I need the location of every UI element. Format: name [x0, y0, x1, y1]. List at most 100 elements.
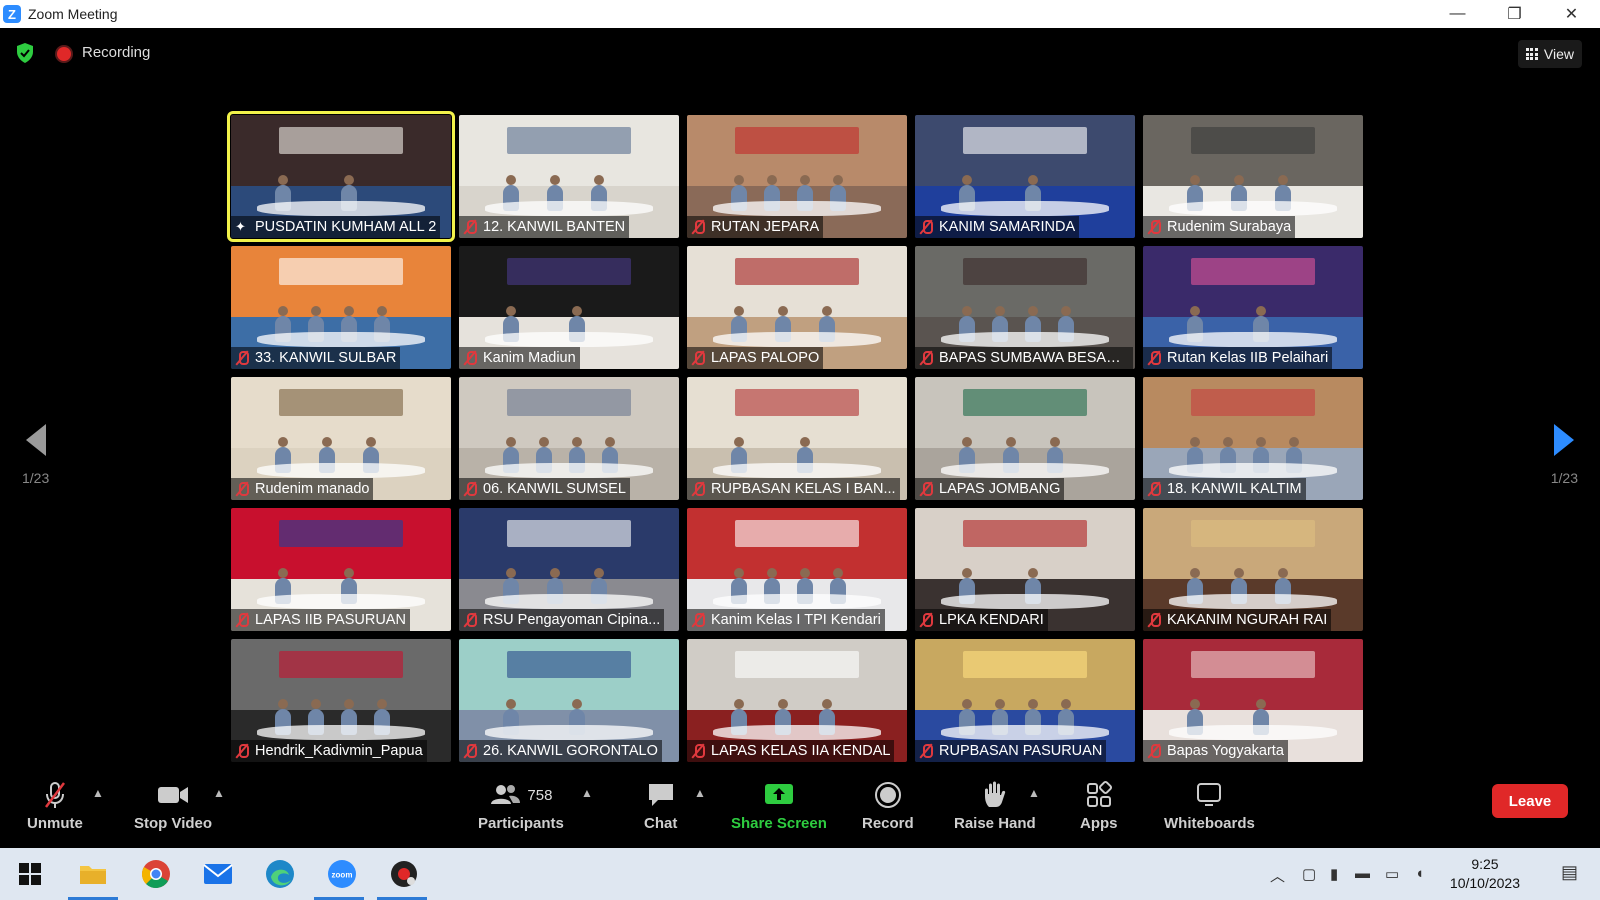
participant-tile[interactable]: LAPAS IIB PASURUAN — [231, 508, 451, 631]
participant-tile[interactable]: LAPAS JOMBANG — [915, 377, 1135, 500]
participant-tile[interactable]: LPKA KENDARI — [915, 508, 1135, 631]
next-page-arrow-icon[interactable] — [1542, 420, 1582, 460]
muted-microphone-icon — [1147, 481, 1161, 497]
leave-button[interactable]: Leave — [1492, 784, 1568, 818]
tray-microphone-icon[interactable]: ▮ — [1330, 865, 1338, 883]
participant-tile[interactable]: RUPBASAN PASURUAN — [915, 639, 1135, 762]
room-banner — [963, 127, 1087, 155]
participant-tile[interactable]: 18. KANWIL KALTIM — [1143, 377, 1363, 500]
raise-hand-button[interactable]: Raise Hand — [954, 780, 1036, 832]
notifications-icon[interactable]: ▤ — [1561, 862, 1578, 883]
participant-name-bar: Rutan Kelas IIB Pelaihari — [1143, 347, 1333, 369]
participant-tile[interactable]: 06. KANWIL SUMSEL — [459, 377, 679, 500]
meeting-table — [941, 463, 1109, 478]
participant-name: Hendrik_Kadivmin_Papua — [255, 743, 423, 759]
muted-microphone-icon — [463, 350, 477, 366]
video-options-caret-icon[interactable]: ▲ — [213, 786, 225, 800]
meeting-table — [941, 725, 1109, 740]
audio-options-caret-icon[interactable]: ▲ — [92, 786, 104, 800]
whiteboards-button[interactable]: Whiteboards — [1164, 780, 1255, 832]
close-button[interactable]: ✕ — [1543, 0, 1600, 28]
tray-overflow-chevron-icon[interactable]: ︿ — [1270, 865, 1285, 886]
reactions-options-caret-icon[interactable]: ▲ — [1028, 786, 1040, 800]
clock-time: 9:25 — [1471, 856, 1499, 872]
chat-label: Chat — [644, 815, 678, 832]
system-tray: ︿ ▢ ▮ ▬ ▭ ◖ 9:25 10/10/2023 ▤ — [1240, 848, 1600, 900]
participant-tile[interactable]: 12. KANWIL BANTEN — [459, 115, 679, 238]
chat-options-caret-icon[interactable]: ▲ — [694, 786, 706, 800]
mail-icon[interactable] — [200, 856, 236, 892]
participant-tile[interactable]: ✦ PUSDATIN KUMHAM ALL 2 — [227, 111, 455, 242]
previous-page-arrow-icon[interactable] — [18, 420, 58, 460]
recording-label[interactable]: Recording — [82, 44, 150, 61]
participant-tile[interactable]: LAPAS KELAS IIA KENDAL — [687, 639, 907, 762]
participant-tile[interactable]: Kanim Madiun — [459, 246, 679, 369]
participant-tile[interactable]: RUTAN JEPARA — [687, 115, 907, 238]
muted-microphone-icon — [919, 612, 933, 628]
apps-button[interactable]: Apps — [1080, 780, 1118, 832]
participant-name: 06. KANWIL SUMSEL — [483, 481, 626, 497]
room-banner — [963, 651, 1087, 679]
windows-start-icon[interactable] — [12, 856, 48, 892]
muted-microphone-icon — [235, 350, 249, 366]
share-screen-button[interactable]: Share Screen — [731, 780, 827, 832]
recording-indicator-icon[interactable] — [57, 47, 71, 61]
meeting-toolbar: Unmute ▲ Stop Video ▲ 758 Participants ▲… — [0, 770, 1600, 848]
participants-options-caret-icon[interactable]: ▲ — [581, 786, 593, 800]
zoom-logo-icon: Z — [3, 5, 21, 23]
tray-device-icon[interactable]: ▢ — [1302, 865, 1316, 883]
participant-tile[interactable]: KAKANIM NGURAH RAI — [1143, 508, 1363, 631]
participant-name-bar: KANIM SAMARINDA — [915, 216, 1080, 238]
volume-icon[interactable]: ◖ — [1415, 865, 1424, 882]
muted-microphone-icon — [235, 612, 249, 628]
view-label: View — [1543, 46, 1574, 62]
participant-tile[interactable]: RSU Pengayoman Cipina... — [459, 508, 679, 631]
muted-microphone-icon — [235, 481, 249, 497]
security-shield-icon[interactable] — [16, 43, 34, 63]
participant-tile[interactable]: KANIM SAMARINDA — [915, 115, 1135, 238]
restore-button[interactable]: ❐ — [1486, 0, 1543, 28]
participants-icon — [491, 785, 521, 804]
window-title: Zoom Meeting — [28, 6, 118, 22]
network-icon[interactable]: ▭ — [1385, 865, 1399, 883]
participant-tile[interactable]: RUPBASAN KELAS I BAN... — [687, 377, 907, 500]
participant-name-bar: Rudenim manado — [231, 478, 374, 500]
windows-taskbar: zoom ︿ ▢ ▮ ▬ ▭ ◖ 9:25 10/10/2023 ▤ — [0, 848, 1600, 900]
minimize-button[interactable]: — — [1429, 0, 1486, 28]
participant-tile[interactable]: 26. KANWIL GORONTALO — [459, 639, 679, 762]
participant-name: 18. KANWIL KALTIM — [1167, 481, 1302, 497]
chat-button[interactable]: Chat — [644, 780, 677, 832]
battery-icon[interactable]: ▬ — [1355, 865, 1370, 882]
participant-name-bar: BAPAS SUMBAWA BESAR ... — [915, 347, 1133, 369]
participant-name: BAPAS SUMBAWA BESAR ... — [939, 350, 1129, 366]
zoom-taskbar-icon[interactable]: zoom — [324, 856, 360, 892]
participants-button[interactable]: 758 Participants — [478, 780, 564, 832]
stop-video-button[interactable]: Stop Video — [134, 780, 212, 832]
room-banner — [963, 389, 1087, 417]
taskbar-clock[interactable]: 9:25 10/10/2023 — [1450, 855, 1520, 893]
edge-browser-icon[interactable] — [262, 856, 298, 892]
record-button[interactable]: Record — [862, 780, 914, 832]
unmute-button[interactable]: Unmute — [27, 780, 83, 832]
room-banner — [279, 258, 403, 286]
share-screen-label: Share Screen — [731, 815, 827, 832]
participant-tile[interactable]: 33. KANWIL SULBAR — [231, 246, 451, 369]
participant-tile[interactable]: Bapas Yogyakarta — [1143, 639, 1363, 762]
meeting-table — [485, 725, 653, 740]
participant-tile[interactable]: Kanim Kelas I TPI Kendari — [687, 508, 907, 631]
meeting-table — [257, 463, 425, 478]
participant-tile[interactable]: BAPAS SUMBAWA BESAR ... — [915, 246, 1135, 369]
participant-tile[interactable]: Hendrik_Kadivmin_Papua — [231, 639, 451, 762]
room-banner — [507, 389, 631, 417]
recorder-app-icon[interactable] — [386, 856, 422, 892]
room-banner — [507, 127, 631, 155]
file-explorer-icon[interactable] — [75, 856, 111, 892]
participant-tile[interactable]: Rudenim manado — [231, 377, 451, 500]
participant-tile[interactable]: Rutan Kelas IIB Pelaihari — [1143, 246, 1363, 369]
participant-tile[interactable]: Rudenim Surabaya — [1143, 115, 1363, 238]
view-button[interactable]: View — [1517, 40, 1582, 68]
participant-tile[interactable]: LAPAS PALOPO — [687, 246, 907, 369]
participant-name-bar: LAPAS PALOPO — [687, 347, 824, 369]
chrome-icon[interactable] — [138, 856, 174, 892]
meeting-table — [713, 463, 881, 478]
